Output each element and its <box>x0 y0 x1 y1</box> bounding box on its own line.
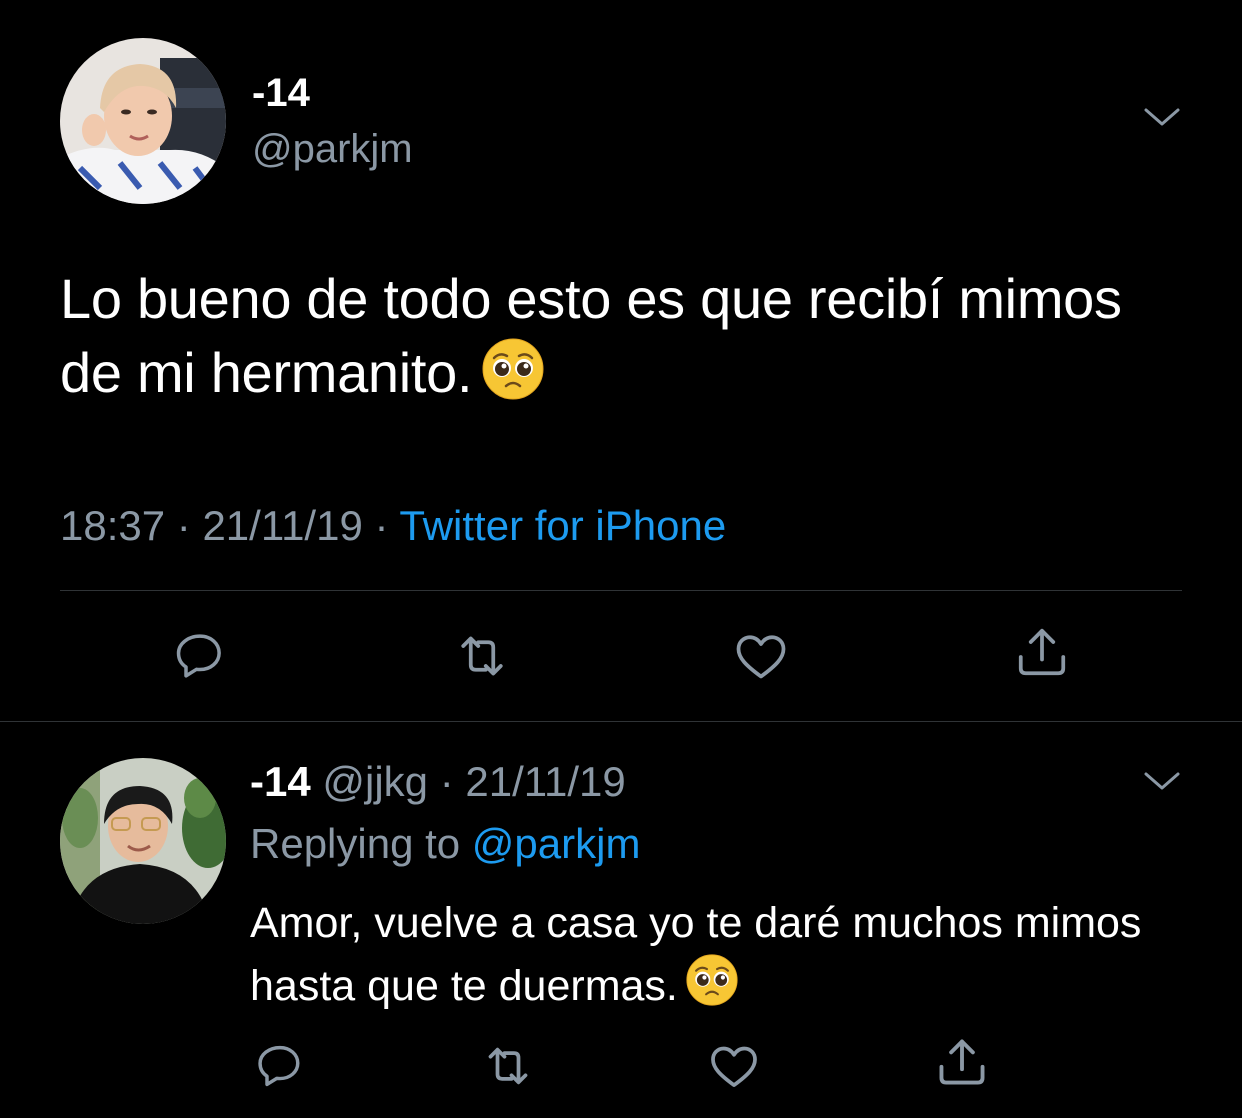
tweet-meta: 18:37 · 21/11/19 · Twitter for iPhone <box>60 500 726 552</box>
chevron-down-icon[interactable] <box>1140 766 1184 796</box>
divider <box>0 721 1242 722</box>
avatar[interactable] <box>60 758 226 924</box>
tweet-date[interactable]: 21/11/19 <box>202 502 362 549</box>
tweet-source-link[interactable]: Twitter for iPhone <box>399 502 726 549</box>
tweet-text: Lo bueno de todo esto es que recibí mimo… <box>60 262 1180 418</box>
chevron-down-icon[interactable] <box>1140 102 1184 132</box>
meta-separator: · <box>362 502 400 549</box>
share-icon <box>1018 628 1066 676</box>
reply-text: Amor, vuelve a casa yo te daré muchos mi… <box>250 892 1180 1023</box>
meta-separator: · <box>428 758 466 805</box>
avatar[interactable] <box>60 38 226 204</box>
tweet-time[interactable]: 18:37 <box>60 502 165 549</box>
display-name[interactable]: -14 <box>252 70 310 116</box>
replying-to: Replying to @parkjm <box>250 818 640 870</box>
replying-handle-link[interactable]: @parkjm <box>472 820 641 867</box>
divider <box>60 590 1182 591</box>
reply-icon <box>176 634 221 678</box>
like-button[interactable] <box>731 626 791 686</box>
like-button[interactable] <box>704 1036 764 1096</box>
tweet-text-content: Lo bueno de todo esto es que recibí mimo… <box>60 267 1122 404</box>
share-icon <box>939 1039 985 1085</box>
reply-date[interactable]: 21/11/19 <box>465 758 625 805</box>
handle[interactable]: @jjkg <box>322 758 428 805</box>
retweet-button[interactable] <box>478 1036 538 1096</box>
meta-separator: · <box>165 502 203 549</box>
handle[interactable]: @parkjm <box>252 126 413 172</box>
retweet-icon <box>461 636 503 676</box>
heart-icon <box>736 635 786 679</box>
reply-button[interactable] <box>170 626 230 686</box>
retweet-icon <box>488 1047 528 1085</box>
share-button[interactable] <box>1012 622 1072 682</box>
heart-icon <box>711 1046 757 1087</box>
pleading-face-icon <box>686 954 738 1023</box>
display-name[interactable]: -14 <box>250 758 311 805</box>
pleading-face-icon <box>482 338 544 418</box>
replying-label: Replying to <box>250 820 461 867</box>
share-button[interactable] <box>932 1032 992 1092</box>
reply-button[interactable] <box>250 1036 310 1096</box>
retweet-button[interactable] <box>452 626 512 686</box>
reply-icon <box>258 1045 300 1087</box>
reply-header: -14 @jjkg · 21/11/19 <box>250 756 626 808</box>
